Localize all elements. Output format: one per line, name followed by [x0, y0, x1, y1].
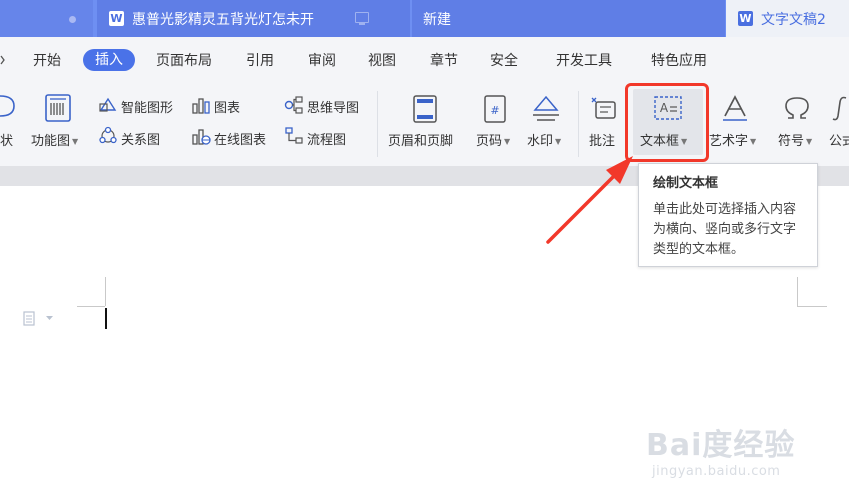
header-footer-icon: [413, 95, 437, 123]
tooltip-title: 绘制文本框: [653, 176, 719, 191]
comment-button[interactable]: 批注: [589, 130, 615, 149]
menu-insert[interactable]: 插入: [83, 49, 135, 71]
mind-map-icon: [284, 96, 303, 114]
partial-glyph-icon: [0, 55, 5, 65]
ribbon-separator: [377, 91, 378, 157]
ribbon-shape-label[interactable]: 状: [0, 130, 13, 149]
svg-text:#: #: [490, 104, 499, 117]
tooltip-body: 单击此处可选择插入内容为横向、竖向或多行文字类型的文本框。: [653, 202, 797, 257]
online-chart-button[interactable]: 在线图表: [214, 129, 266, 148]
writer-doc-icon: W: [738, 11, 753, 26]
writer-doc-icon: W: [109, 11, 124, 26]
caret-down-icon: ▼: [806, 137, 813, 146]
caret-down-icon[interactable]: [46, 316, 53, 321]
formula-icon: [832, 96, 847, 121]
function-chart-icon: [45, 94, 71, 122]
menu-references[interactable]: 引用: [246, 50, 274, 72]
tab-document[interactable]: W 惠普光影精灵五背光灯怎未开: [97, 0, 410, 37]
symbol-label: 符号: [778, 134, 805, 149]
function-chart-label: 功能图: [31, 134, 71, 149]
menu-developer-tools[interactable]: 开发工具: [556, 50, 612, 72]
function-chart-button[interactable]: 功能图 ▼: [31, 130, 78, 149]
tab-new-label: 新建: [423, 11, 451, 28]
watermark-brand: Bai度经验: [646, 428, 796, 463]
ribbon-separator: [578, 91, 579, 157]
tab-active-title: 文字文稿2: [761, 11, 826, 28]
page-number-label: 页码: [476, 134, 503, 149]
caret-down-icon: ▼: [555, 137, 562, 146]
baidu-jingyan-watermark: Bai度经验 jingyan.baidu.com: [646, 420, 795, 479]
ribbon-insert: 状 功能图 ▼ 智能图形 图表 思维导图 关系图 在线图表 流程图 页眉和页脚 …: [0, 83, 849, 166]
menu-special-apps[interactable]: 特色应用: [651, 50, 707, 72]
crop-mark: [797, 306, 827, 307]
online-chart-icon: [192, 129, 211, 145]
menu-bar: 开始 插入 页面布局 引用 审阅 视图 章节 安全 开发工具 特色应用: [0, 37, 849, 83]
watermark-button[interactable]: 水印 ▼: [527, 130, 561, 149]
chart-icon: [192, 98, 210, 114]
flowchart-button[interactable]: 流程图: [307, 129, 346, 148]
wps-writer-window: W 惠普光影精灵五背光灯怎未开 新建 W 文字文稿2 开始 插入 页面布局 引用…: [0, 0, 849, 500]
page-number-icon: #: [484, 95, 506, 123]
watermark-icon: [533, 95, 559, 121]
page-number-button[interactable]: 页码 ▼: [476, 130, 510, 149]
crop-mark: [105, 277, 106, 306]
caret-down-icon: ▼: [504, 137, 511, 146]
header-footer-button[interactable]: 页眉和页脚: [388, 130, 453, 149]
formula-button[interactable]: 公式: [829, 130, 849, 149]
art-text-label: 艺术字: [709, 134, 749, 149]
tab-new[interactable]: 新建: [412, 0, 725, 37]
menu-start[interactable]: 开始: [33, 50, 61, 72]
watermark-url: jingyan.baidu.com: [652, 464, 781, 479]
menu-view[interactable]: 视图: [368, 50, 396, 72]
tab-active-document[interactable]: W 文字文稿2: [726, 0, 849, 37]
menu-review[interactable]: 审阅: [308, 50, 336, 72]
mind-map-button[interactable]: 思维导图: [307, 97, 359, 116]
symbol-button[interactable]: 符号 ▼: [778, 130, 812, 149]
text-cursor: [105, 308, 107, 329]
watermark-label: 水印: [527, 134, 554, 149]
chart-button[interactable]: 图表: [214, 97, 240, 116]
monitor-icon[interactable]: [355, 12, 369, 25]
comment-icon: [591, 97, 616, 119]
flowchart-icon: [285, 127, 303, 144]
tab-home-partial[interactable]: [0, 0, 93, 37]
shape-icon: [0, 95, 15, 117]
smart-graphic-button[interactable]: 智能图形: [121, 97, 173, 116]
caret-down-icon: ▼: [750, 137, 757, 146]
menu-partial-left[interactable]: [0, 50, 6, 72]
caret-down-icon: ▼: [72, 137, 79, 146]
crop-mark: [77, 306, 105, 307]
relation-chart-icon: [99, 126, 117, 144]
symbol-omega-icon: [785, 97, 809, 119]
menu-page-layout[interactable]: 页面布局: [156, 50, 212, 72]
tab-dot-icon: [69, 16, 76, 23]
relation-chart-button[interactable]: 关系图: [121, 129, 160, 148]
title-bar: W 惠普光影精灵五背光灯怎未开 新建 W 文字文稿2: [0, 0, 849, 37]
smart-graphic-icon: [99, 97, 117, 112]
art-text-button[interactable]: 艺术字 ▼: [709, 130, 756, 149]
menu-security[interactable]: 安全: [490, 50, 518, 72]
paragraph-layout-icon[interactable]: [23, 311, 37, 327]
art-text-icon: [723, 95, 747, 121]
tooltip-draw-text-box: 绘制文本框 单击此处可选择插入内容为横向、竖向或多行文字类型的文本框。: [638, 163, 818, 267]
annotation-arrow-icon: [546, 156, 633, 244]
menu-chapter[interactable]: 章节: [430, 50, 458, 72]
crop-mark: [797, 277, 798, 306]
tab-document-title: 惠普光影精灵五背光灯怎未开: [132, 11, 314, 28]
